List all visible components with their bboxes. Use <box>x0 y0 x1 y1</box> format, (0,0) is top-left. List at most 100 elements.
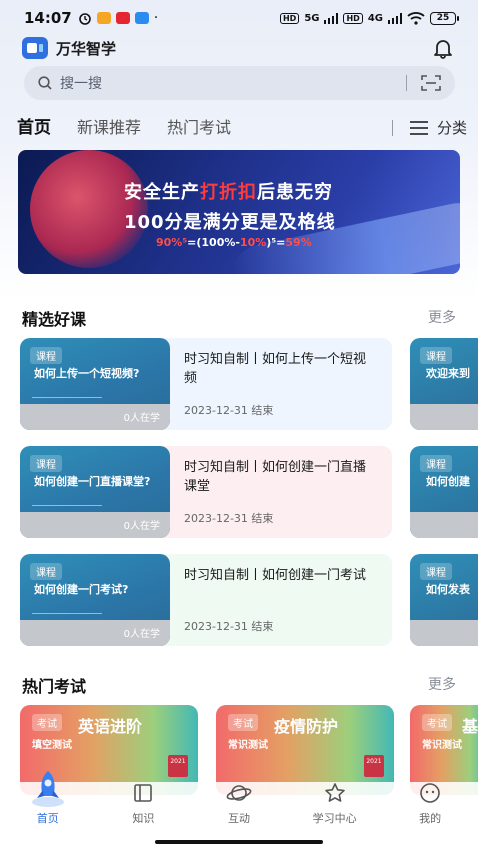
course-tag: 课程 <box>420 455 452 472</box>
notification-icons: · <box>78 10 158 26</box>
nav-profile[interactable]: 我的 <box>382 782 478 834</box>
status-right: HD 5G HD 4G 25 <box>279 11 459 25</box>
exam-title: 疫情防护 <box>274 717 339 736</box>
home-indicator[interactable] <box>155 840 323 844</box>
more-dot-icon: · <box>153 10 159 26</box>
course-row: 课程 如何上传一个短视频? 0人在学 时习知自制丨如何上传一个短视频 2023-… <box>20 338 478 432</box>
app-header: 万华智学 <box>0 34 478 62</box>
banner-formula-part: 90%⁵ <box>156 236 188 249</box>
nav-interaction[interactable]: 互动 <box>191 782 287 834</box>
star-icon <box>324 782 346 804</box>
course-card[interactable]: 课程 如何创建一门考试? 0人在学 时习知自制丨如何创建一门考试 2023-12… <box>20 554 392 646</box>
search-divider <box>406 75 407 91</box>
thumb-divider <box>32 613 102 614</box>
course-card[interactable]: 课程 如何创建一门直播课堂? 0人在学 时习知自制丨如何创建一门直播课堂 202… <box>20 446 392 538</box>
nav-label: 互动 <box>227 812 250 825</box>
exam-tag: 考试 <box>422 714 452 731</box>
course-date: 2023-12-31 结束 <box>184 512 274 525</box>
course-thumbnail: 课程 如何上传一个短视频? 0人在学 <box>20 338 170 430</box>
exam-tag: 考试 <box>228 714 258 731</box>
category-divider <box>391 119 393 136</box>
search-icon <box>38 76 52 90</box>
tab-home[interactable]: 首页 <box>17 113 51 142</box>
notification-bell-button[interactable] <box>430 35 456 61</box>
calendar-icon: 2021 <box>168 755 188 777</box>
course-tag: 课程 <box>420 563 452 580</box>
rocket-icon <box>32 771 64 807</box>
nav-home[interactable]: 首页 <box>0 771 96 834</box>
course-tag: 课程 <box>30 347 62 364</box>
course-tag: 课程 <box>420 347 452 364</box>
course-card-peek[interactable]: 课程 欢迎来到 <box>410 338 478 430</box>
featured-section-title: 精选好课 <box>22 310 87 329</box>
exams-more-link[interactable]: 更多 <box>428 674 456 694</box>
thumb-footer <box>410 620 478 646</box>
alarm-icon <box>78 13 91 25</box>
app-logo <box>22 37 48 59</box>
wifi-icon <box>407 11 425 25</box>
thumb-footer <box>410 512 478 538</box>
search-input[interactable]: 搜一搜 <box>60 73 102 93</box>
banner-text: 安全生产 <box>124 182 200 203</box>
signal-icon <box>324 12 339 24</box>
network-label: 5G <box>304 12 320 24</box>
status-time: 14:07 <box>24 9 72 27</box>
banner-formula-part: 10% <box>239 236 267 249</box>
course-row: 课程 如何创建一门直播课堂? 0人在学 时习知自制丨如何创建一门直播课堂 202… <box>20 446 478 540</box>
face-icon <box>419 782 441 804</box>
banner-headline: 安全生产打折扣后患无穷 <box>124 178 333 204</box>
featured-more-link[interactable]: 更多 <box>428 307 456 327</box>
course-thumb-title: 如何上传一个短视频? <box>34 367 140 380</box>
course-date: 2023-12-31 结束 <box>184 404 274 417</box>
nav-knowledge[interactable]: 知识 <box>96 782 192 834</box>
banner-formula-part: )⁵= <box>266 236 286 249</box>
app-notification-icon <box>115 12 130 24</box>
exam-title: 基 <box>462 717 478 736</box>
course-thumbnail: 课程 如何创建一门直播课堂? 0人在学 <box>20 446 170 538</box>
banner-formula-part: =(100%- <box>187 236 240 249</box>
network-label: 4G <box>367 12 383 24</box>
nav-label: 知识 <box>132 812 155 825</box>
course-thumbnail: 课程 如何创建一门考试? 0人在学 <box>20 554 170 646</box>
course-card[interactable]: 课程 如何上传一个短视频? 0人在学 时习知自制丨如何上传一个短视频 2023-… <box>20 338 392 430</box>
hd-icon: HD <box>343 12 363 24</box>
course-learners: 0人在学 <box>123 413 160 424</box>
course-info: 时习知自制丨如何创建一门考试 2023-12-31 结束 <box>170 554 392 646</box>
nav-label: 学习中心 <box>312 812 357 825</box>
nav-label: 我的 <box>419 812 442 825</box>
course-info: 时习知自制丨如何上传一个短视频 2023-12-31 结束 <box>170 338 392 430</box>
scan-icon[interactable] <box>421 74 441 92</box>
planet-icon <box>226 782 252 804</box>
exam-subtitle: 填空测试 <box>32 740 72 751</box>
search-bar[interactable]: 搜一搜 <box>24 66 455 100</box>
course-thumb-title: 欢迎来到 <box>426 367 470 380</box>
top-tabs: 首页 新课推荐 热门考试 分类 <box>17 110 467 142</box>
app-notification-icon <box>96 12 111 24</box>
status-bar: 14:07 · HD 5G HD 4G 25 <box>0 0 478 36</box>
course-tag: 课程 <box>30 455 62 472</box>
course-thumb-title: 如何创建 <box>426 475 470 488</box>
course-card-peek[interactable]: 课程 如何发表 <box>410 554 478 646</box>
course-title: 时习知自制丨如何创建一门考试 <box>184 568 367 583</box>
exam-title: 英语进阶 <box>78 717 143 736</box>
promo-banner[interactable]: 安全生产打折扣后患无穷 100分是满分更是及格线 90%⁵=(100%-10%)… <box>18 150 460 274</box>
course-thumb-title: 如何创建一门直播课堂? <box>34 475 151 488</box>
category-label: 分类 <box>436 119 467 137</box>
app-name: 万华智学 <box>56 39 117 58</box>
exam-subtitle: 常识测试 <box>422 740 462 751</box>
course-date: 2023-12-31 结束 <box>184 620 274 633</box>
category-button[interactable]: 分类 <box>391 117 467 142</box>
course-row: 课程 如何创建一门考试? 0人在学 时习知自制丨如何创建一门考试 2023-12… <box>20 554 478 648</box>
tab-new-courses[interactable]: 新课推荐 <box>77 114 141 142</box>
bottom-navigation: 首页 知识 互动 学习中心 我的 <box>0 771 478 834</box>
nav-learning-center[interactable]: 学习中心 <box>287 782 383 834</box>
thumb-divider <box>32 397 102 398</box>
banner-text: 后患无穷 <box>257 182 333 203</box>
tab-hot-exams[interactable]: 热门考试 <box>167 114 231 142</box>
bell-icon <box>434 40 452 59</box>
battery-icon: 25 <box>430 11 459 25</box>
course-card-peek[interactable]: 课程 如何创建 <box>410 446 478 538</box>
exams-section-title: 热门考试 <box>22 677 87 696</box>
menu-icon <box>409 120 428 135</box>
app-notification-icon <box>134 12 149 24</box>
